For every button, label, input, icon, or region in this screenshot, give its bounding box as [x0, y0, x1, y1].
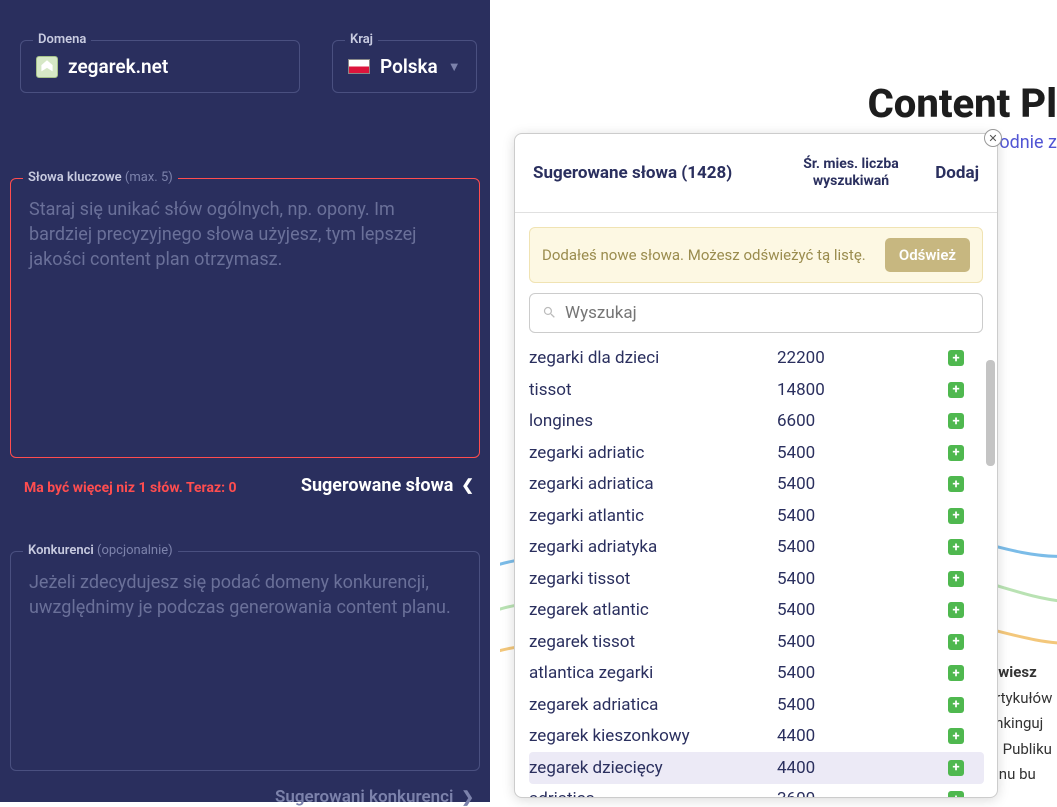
- add-button[interactable]: +: [948, 697, 964, 713]
- keywords-placeholder: Staraj się unikać słów ogólnych, np. opo…: [11, 179, 479, 291]
- keyword-cell: tissot: [529, 380, 777, 400]
- suggestion-row[interactable]: zegarek adriatica5400+: [529, 689, 984, 721]
- panel-col-searches: Śr. mies. liczba wyszukiwań: [783, 156, 919, 190]
- suggestion-row[interactable]: zegarki dla dzieci22200+: [529, 343, 984, 375]
- keyword-cell: atlantica zegarki: [529, 663, 777, 683]
- suggestions-list: zegarki dla dzieci22200+tissot14800+long…: [529, 343, 995, 797]
- keyword-cell: zegarki adriatic: [529, 443, 777, 463]
- searches-cell: 5400: [777, 695, 948, 715]
- suggestion-row[interactable]: adriatica3600+: [529, 784, 984, 797]
- chevron-left-icon: ❮: [461, 476, 474, 494]
- keyword-cell: zegarek atlantic: [529, 600, 777, 620]
- chevron-right-icon: ❯: [461, 788, 474, 806]
- keyword-cell: longines: [529, 411, 777, 431]
- chevron-down-icon: ▼: [448, 59, 461, 75]
- searches-cell: 22200: [777, 348, 948, 368]
- panel-header: Sugerowane słowa (1428) Śr. mies. liczba…: [515, 134, 997, 213]
- keyword-cell: zegarki adriatyka: [529, 537, 777, 557]
- add-button[interactable]: +: [948, 571, 964, 587]
- suggestions-panel: ✕ Sugerowane słowa (1428) Śr. mies. licz…: [514, 133, 998, 798]
- searches-cell: 3600: [777, 789, 948, 797]
- scrollbar-thumb[interactable]: [986, 360, 995, 466]
- add-button[interactable]: +: [948, 728, 964, 744]
- suggestion-row[interactable]: zegarki adriatic5400+: [529, 437, 984, 469]
- country-label: Kraj: [345, 32, 378, 47]
- add-button[interactable]: +: [948, 634, 964, 650]
- searches-cell: 5400: [777, 569, 948, 589]
- add-button[interactable]: +: [948, 665, 964, 681]
- keyword-cell: zegarek kieszonkowy: [529, 726, 777, 746]
- searches-cell: 5400: [777, 443, 948, 463]
- sidebar: Domena zegarek.net Kraj Polska ▼ Słowa k…: [0, 0, 490, 802]
- searches-cell: 5400: [777, 537, 948, 557]
- competitors-label: Konkurenci (opcjonalnie): [23, 543, 178, 558]
- search-icon: [542, 305, 557, 320]
- keyword-cell: adriatica: [529, 789, 777, 797]
- suggestion-row[interactable]: zegarki tissot5400+: [529, 563, 984, 595]
- searches-cell: 5400: [777, 506, 948, 526]
- add-button[interactable]: +: [948, 476, 964, 492]
- suggestion-row[interactable]: longines6600+: [529, 406, 984, 438]
- country-fieldset: Kraj Polska ▼: [332, 40, 477, 93]
- add-button[interactable]: +: [948, 602, 964, 618]
- country-value: Polska: [380, 55, 438, 78]
- suggestion-row[interactable]: zegarki adriatyka5400+: [529, 532, 984, 564]
- suggestion-row[interactable]: zegarek atlantic5400+: [529, 595, 984, 627]
- add-button[interactable]: +: [948, 760, 964, 776]
- keywords-fieldset[interactable]: Słowa kluczowe (max. 5) Staraj się unika…: [10, 178, 480, 458]
- search-wrap[interactable]: [529, 293, 983, 333]
- keywords-label: Słowa kluczowe (max. 5): [23, 170, 178, 185]
- suggestion-row[interactable]: zegarek tissot5400+: [529, 626, 984, 658]
- refresh-bar: Dodałeś nowe słowa. Możesz odświeżyć tą …: [529, 227, 983, 283]
- suggestion-row[interactable]: zegarek kieszonkowy4400+: [529, 721, 984, 753]
- searches-cell: 5400: [777, 632, 948, 652]
- panel-col-add: Dodaj: [919, 163, 979, 183]
- suggestion-row[interactable]: zegarki atlantic5400+: [529, 500, 984, 532]
- flag-poland-icon: [348, 59, 370, 74]
- refresh-button[interactable]: Odśwież: [885, 238, 970, 272]
- keywords-error: Ma być więcej niz 1 słów. Teraz: 0: [24, 480, 237, 496]
- search-input[interactable]: [565, 303, 970, 323]
- suggested-words-link[interactable]: Sugerowane słowa ❮: [301, 475, 474, 496]
- add-button[interactable]: +: [948, 791, 964, 797]
- competitors-placeholder: Jeżeli zdecydujesz się podać domeny konk…: [11, 552, 479, 638]
- close-button[interactable]: ✕: [984, 129, 1002, 147]
- domain-input-wrap[interactable]: zegarek.net: [21, 41, 299, 92]
- keyword-cell: zegarki dla dzieci: [529, 348, 777, 368]
- searches-cell: 5400: [777, 663, 948, 683]
- keyword-cell: zegarek adriatica: [529, 695, 777, 715]
- page-title: Content Pl: [490, 0, 1057, 127]
- keyword-cell: zegarki adriatica: [529, 474, 777, 494]
- refresh-msg: Dodałeś nowe słowa. Możesz odświeżyć tą …: [542, 246, 866, 264]
- add-button[interactable]: +: [948, 539, 964, 555]
- searches-cell: 5400: [777, 474, 948, 494]
- add-button[interactable]: +: [948, 350, 964, 366]
- searches-cell: 4400: [777, 758, 948, 778]
- searches-cell: 6600: [777, 411, 948, 431]
- domain-label: Domena: [33, 32, 91, 47]
- searches-cell: 4400: [777, 726, 948, 746]
- competitors-fieldset[interactable]: Konkurenci (opcjonalnie) Jeżeli zdecyduj…: [10, 551, 480, 771]
- suggestion-row[interactable]: atlantica zegarki5400+: [529, 658, 984, 690]
- add-button[interactable]: +: [948, 445, 964, 461]
- searches-cell: 14800: [777, 380, 948, 400]
- searches-cell: 5400: [777, 600, 948, 620]
- keyword-cell: zegarek tissot: [529, 632, 777, 652]
- add-button[interactable]: +: [948, 382, 964, 398]
- keyword-cell: zegarek dziecięcy: [529, 758, 777, 778]
- site-favicon: [36, 56, 58, 78]
- panel-title: Sugerowane słowa (1428): [533, 163, 783, 183]
- domain-value: zegarek.net: [68, 55, 168, 78]
- scrollbar[interactable]: [986, 360, 995, 797]
- suggestion-row[interactable]: zegarki adriatica5400+: [529, 469, 984, 501]
- keyword-cell: zegarki atlantic: [529, 506, 777, 526]
- add-button[interactable]: +: [948, 508, 964, 524]
- suggestion-row[interactable]: zegarek dziecięcy4400+: [529, 752, 984, 784]
- suggested-competitors-link[interactable]: Sugerowani konkurenci ❯: [0, 781, 490, 807]
- suggestion-row[interactable]: tissot14800+: [529, 374, 984, 406]
- country-select[interactable]: Polska ▼: [333, 41, 476, 92]
- keyword-cell: zegarki tissot: [529, 569, 777, 589]
- add-button[interactable]: +: [948, 413, 964, 429]
- domain-fieldset: Domena zegarek.net: [20, 40, 300, 93]
